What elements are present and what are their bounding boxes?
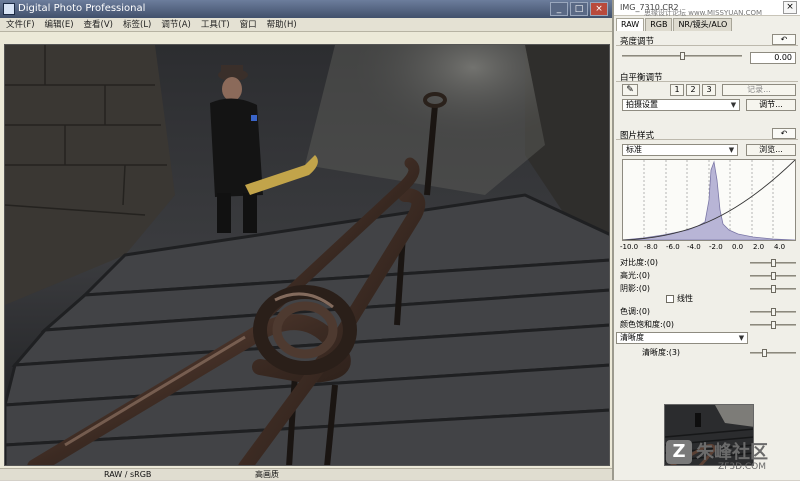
watermark-url: ZF3D.COM <box>718 462 766 472</box>
watermark-logo: Z <box>666 440 692 464</box>
linear-label: 线性 <box>677 294 693 303</box>
slider-label: 颜色饱和度:(0) <box>620 320 675 329</box>
tick-label: 0.0 <box>732 243 744 251</box>
eyedropper-button[interactable]: ✎ <box>622 84 638 96</box>
menu-view[interactable]: 查看(V) <box>84 18 113 31</box>
sharpness-label: 清晰度:(3) <box>642 348 681 357</box>
slider-thumb[interactable] <box>771 272 776 280</box>
tick-label: -6.0 <box>666 243 680 251</box>
brightness-header: 亮度调节 ↶ <box>616 34 798 47</box>
picture-style-label: 图片样式 <box>620 131 655 141</box>
linear-checkbox[interactable] <box>666 295 674 303</box>
brightness-label: 亮度调节 <box>620 37 655 47</box>
watermark-name: 朱峰社区 <box>696 442 768 463</box>
menu-edit[interactable]: 编辑(E) <box>45 18 74 31</box>
wb-register-button[interactable]: 记录... <box>722 84 796 96</box>
picture-style-select[interactable]: 标准 ▼ <box>622 144 738 156</box>
minimize-button[interactable]: _ <box>550 2 568 16</box>
main-window: Digital Photo Professional _ □ × 文件(F) 编… <box>0 0 612 480</box>
app-icon <box>3 3 15 15</box>
tick-label: -2.0 <box>709 243 723 251</box>
brightness-slider-thumb[interactable] <box>680 52 685 60</box>
tab-raw[interactable]: RAW <box>616 18 645 31</box>
tick-label: 2.0 <box>753 243 765 251</box>
eyedropper-icon: ✎ <box>626 85 634 95</box>
picture-style-browse-button[interactable]: 浏览... <box>746 144 796 156</box>
menu-help[interactable]: 帮助(H) <box>267 18 297 31</box>
watermark: Z 朱峰社区 ZF3D.COM <box>666 438 796 478</box>
title-bar[interactable]: Digital Photo Professional _ □ × <box>0 0 612 18</box>
picture-style-value: 标准 <box>626 145 642 154</box>
close-button[interactable]: × <box>590 2 608 16</box>
wb-preset-1[interactable]: 1 <box>670 84 684 96</box>
menu-tools[interactable]: 工具(T) <box>201 18 230 31</box>
brightness-value-field[interactable]: 0.00 <box>750 52 796 64</box>
white-balance-label: 白平衡调节 <box>620 73 663 83</box>
sharpness-mode-value: 清晰度 <box>620 333 644 342</box>
slider-thumb[interactable] <box>771 321 776 329</box>
slider-label: 阴影:(0) <box>620 284 651 293</box>
maximize-button[interactable]: □ <box>570 2 588 16</box>
wb-mode-value: 拍摄设置 <box>626 100 658 109</box>
slider-thumb[interactable] <box>771 259 776 267</box>
slider-label: 高光:(0) <box>620 271 651 280</box>
tab-rgb[interactable]: RGB <box>645 18 673 31</box>
palette-close-button[interactable]: × <box>783 1 797 14</box>
white-balance-header: 白平衡调节 <box>616 70 798 83</box>
tick-label: 4.0 <box>774 243 786 251</box>
palette-title-bar: IMG_7310.CR2 思缘设计论坛 www.MISSYUAN.COM × <box>614 0 800 17</box>
picture-style-header: 图片样式 ↶ <box>616 128 798 141</box>
tick-label: -10.0 <box>620 243 639 251</box>
menu-adjust[interactable]: 调节(A) <box>161 18 190 31</box>
quality-label: 高画质 <box>255 470 279 479</box>
histogram-axis: -10.0 -8.0 -6.0 -4.0 -2.0 0.0 2.0 4.0 <box>620 243 800 253</box>
wb-preset-3[interactable]: 3 <box>702 84 716 96</box>
slider-thumb[interactable] <box>771 285 776 293</box>
image-viewer[interactable] <box>4 44 610 466</box>
color-info: RAW / sRGB <box>104 470 152 479</box>
sharpness-slider-thumb[interactable] <box>761 349 767 357</box>
chevron-down-icon: ▼ <box>738 334 745 342</box>
window-title: Digital Photo Professional <box>18 3 146 14</box>
sharpness-slider-track[interactable] <box>750 352 796 354</box>
watermark-overlay: 思缘设计论坛 www.MISSYUAN.COM <box>644 9 763 17</box>
menu-file[interactable]: 文件(F) <box>6 18 35 31</box>
tick-label: -4.0 <box>687 243 701 251</box>
wb-adjust-button[interactable]: 调节... <box>746 99 796 111</box>
menu-bar: 文件(F) 编辑(E) 查看(V) 标签(L) 调节(A) 工具(T) 窗口 帮… <box>0 18 612 32</box>
photo <box>5 45 609 465</box>
status-bar: RAW / sRGB 高画质 <box>0 468 612 480</box>
chevron-down-icon: ▼ <box>728 146 735 154</box>
slider-label: 对比度:(0) <box>620 258 659 267</box>
chevron-down-icon: ▼ <box>730 101 737 109</box>
tab-nr-lens-alo[interactable]: NR/镜头/ALO <box>673 18 733 31</box>
menu-window[interactable]: 窗口 <box>240 18 257 31</box>
wb-preset-2[interactable]: 2 <box>686 84 700 96</box>
tick-label: -8.0 <box>644 243 658 251</box>
sharpness-mode-select[interactable]: 清晰度 ▼ <box>616 332 748 344</box>
tool-palette: IMG_7310.CR2 思缘设计论坛 www.MISSYUAN.COM × R… <box>612 0 800 480</box>
slider-label: 色调:(0) <box>620 307 651 316</box>
slider-thumb[interactable] <box>771 308 776 316</box>
wb-mode-select[interactable]: 拍摄设置 ▼ <box>622 99 740 111</box>
histogram-graph <box>622 159 796 241</box>
tone-curve-histogram[interactable] <box>622 159 796 241</box>
picture-style-reset-button[interactable]: ↶ <box>772 128 796 139</box>
brightness-reset-button[interactable]: ↶ <box>772 34 796 45</box>
menu-label[interactable]: 标签(L) <box>123 18 151 31</box>
palette-tabs: RAW RGB NR/镜头/ALO <box>616 18 733 31</box>
